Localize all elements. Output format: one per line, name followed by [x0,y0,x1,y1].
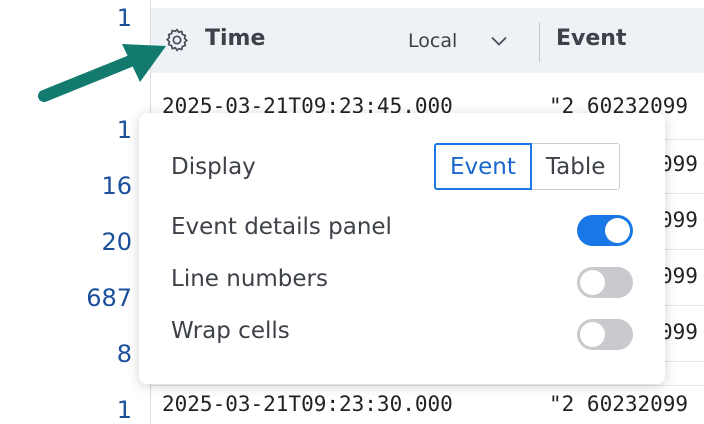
row-event-fragment: 099 [660,208,698,232]
chevron-down-icon [491,36,507,46]
time-column-header[interactable]: Time [205,26,265,51]
column-separator[interactable] [539,22,540,62]
gutter-line-number: 1 [116,396,132,424]
row-divider [151,385,704,386]
gutter-line-number: 687 [86,284,132,312]
row-event-fragment: 099 [660,152,698,176]
line-numbers-toggle[interactable] [577,267,633,298]
row-time: 2025-03-21T09:23:30.000 [162,392,453,416]
row-event-fragment: 099 [660,264,698,288]
gutter-line-number: 16 [101,172,132,200]
line-numbers-label: Line numbers [171,266,328,292]
row-event: "2 60232099 [549,392,689,416]
gutter-line-number: 20 [101,228,132,256]
pointer-arrow-icon [38,44,166,102]
gutter-line-number: 1 [116,4,132,32]
event-details-toggle[interactable] [577,215,633,246]
toggle-knob [580,322,605,347]
row-event-fragment: 099 [660,320,698,344]
toggle-knob [580,270,605,295]
wrap-cells-label: Wrap cells [171,318,290,344]
gutter-line-number: 8 [116,340,132,368]
display-option-table[interactable]: Table [531,143,621,190]
timezone-select[interactable]: Local [408,26,530,56]
display-option-event[interactable]: Event [434,143,532,190]
display-label: Display [171,154,256,180]
wrap-cells-toggle[interactable] [577,319,633,350]
gutter-line-number: 1 [116,116,132,144]
event-column-header[interactable]: Event [556,26,626,51]
event-details-label: Event details panel [171,214,392,240]
toggle-knob [605,218,630,243]
timezone-value: Local [408,30,458,52]
settings-popover: Display Event Table Event details panel … [139,113,665,384]
display-segmented-control: Event Table [434,143,621,190]
